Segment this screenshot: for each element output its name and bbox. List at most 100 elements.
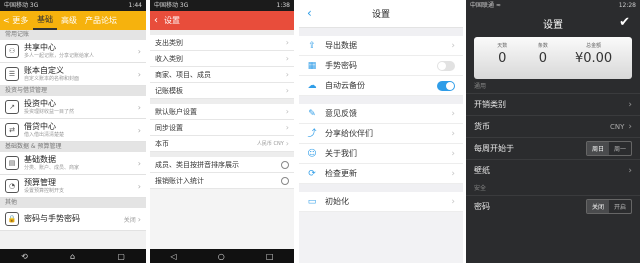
- chevron-right-icon: ›: [285, 107, 289, 116]
- chevron-right-icon: ›: [285, 86, 289, 95]
- item-label: 分享给伙伴们: [325, 129, 373, 138]
- list-item-sync[interactable]: 同步设置 ›: [150, 120, 294, 136]
- list-item-expense-category[interactable]: 开销类别 ›: [466, 93, 640, 115]
- chevron-right-icon: ›: [137, 125, 141, 135]
- list-item-expense-category[interactable]: 支出类别 ›: [150, 35, 294, 51]
- item-label: 每周开始于: [474, 144, 514, 153]
- chevron-right-icon: ›: [285, 123, 289, 132]
- home-nav-icon[interactable]: ○: [218, 252, 225, 261]
- phone-settings-ios: ‹ 设置 ⇪ 导出数据 › ▦ 手势密码 ☁ 自动云备份 ✎ 意见反馈 › ⤴ 分享给伙伴们 ›…: [299, 0, 463, 263]
- gesture-password-toggle[interactable]: [437, 60, 455, 71]
- currency-value: CNY: [609, 122, 625, 131]
- days-stat: 天数 0: [497, 43, 508, 66]
- list-item-book-custom[interactable]: ☰ 账本自定义 自定义账本的名称和封面 ›: [0, 63, 146, 86]
- item-label: 成员、类目按拼音排序展示: [155, 160, 239, 169]
- list-item-income-category[interactable]: 收入类别 ›: [150, 51, 294, 67]
- list-item-gesture-password: ▦ 手势密码: [299, 56, 463, 76]
- list-item-share[interactable]: ⤴ 分享给伙伴们 ›: [299, 124, 463, 144]
- clock: 12:28: [618, 2, 636, 9]
- back-arrow-icon[interactable]: ‹: [154, 15, 158, 26]
- list-item-base-data[interactable]: ▤ 基础数据 分类、账户、成员、商家 ›: [0, 152, 146, 175]
- chevron-right-icon: ›: [451, 168, 455, 179]
- list-item-week-start: 每周开始于 周日 周一: [466, 137, 640, 159]
- list-item-budget[interactable]: ◔ 预算管理 设置预算控制开支 ›: [0, 175, 146, 198]
- about-icon: ☺: [307, 148, 317, 159]
- list-item-feedback[interactable]: ✎ 意见反馈 ›: [299, 104, 463, 124]
- item-title: 借贷中心: [24, 121, 56, 131]
- section-header: 投资与借贷管理: [0, 86, 146, 96]
- item-title: 共享中心: [24, 42, 56, 52]
- section-header: 安全: [474, 185, 487, 192]
- chevron-right-icon: ›: [451, 196, 455, 207]
- item-subtitle: 分类、账户、成员、商家: [24, 164, 80, 171]
- top-nav: ‹ 设置: [150, 11, 294, 30]
- carrier: 中国联通 ≈: [470, 2, 501, 9]
- checkmark-icon[interactable]: ✔: [619, 15, 630, 30]
- radio-button[interactable]: [281, 176, 289, 185]
- tab-advanced[interactable]: 高级: [57, 11, 81, 30]
- feedback-icon: ✎: [308, 108, 316, 119]
- investment-icon: ↗: [5, 100, 19, 114]
- list-item-reimburse-stats[interactable]: 报销账计入统计: [150, 173, 294, 189]
- list-item-password[interactable]: 🔒 密码与手势密码 关闭 ›: [0, 208, 146, 231]
- count-stat: 条数 0: [537, 43, 548, 66]
- list-item-currency[interactable]: 货币 CNY ›: [466, 115, 640, 137]
- cloud-backup-toggle[interactable]: [437, 80, 455, 91]
- status-bar: 中国联通 ≈ 12:28: [466, 0, 640, 11]
- item-label: 报销账计入统计: [155, 176, 204, 185]
- chevron-right-icon: ›: [628, 165, 632, 176]
- list-item-export[interactable]: ⇪ 导出数据 ›: [299, 36, 463, 56]
- stats-counter: 天数 0 条数 0 总金额 ¥0.00: [474, 37, 632, 79]
- item-label: 意见反馈: [325, 109, 357, 118]
- list-item-template[interactable]: 记账模板 ›: [150, 83, 294, 99]
- list-item-default-account[interactable]: 默认账户设置 ›: [150, 104, 294, 120]
- export-icon: ⇪: [308, 40, 316, 51]
- phone-settings-dark: 中国联通 ≈ 12:28 设置 ✔ 天数 0 条数 0 总金额 ¥0.00 通用 开销…: [466, 0, 640, 263]
- item-label: 本币: [155, 139, 169, 148]
- list-item-currency[interactable]: 本币 人民币 CNY ›: [150, 136, 294, 152]
- lock-icon: 🔒: [5, 212, 19, 226]
- recent-apps-icon[interactable]: □: [266, 252, 274, 261]
- share-center-icon: ⚇: [5, 44, 19, 58]
- tab-basic[interactable]: 基础: [33, 11, 57, 30]
- password-status: 关闭: [123, 216, 136, 224]
- back-nav-icon[interactable]: ◁: [171, 252, 177, 261]
- section-header: 常用记账: [0, 30, 146, 40]
- total-stat: 总金额 ¥0.00: [574, 43, 613, 66]
- home-nav-icon[interactable]: ⌂: [70, 252, 75, 261]
- item-title: 账本自定义: [24, 65, 64, 75]
- list-item-merchant-project[interactable]: 商家、项目、成员 ›: [150, 67, 294, 83]
- password-segment: 关闭 开启: [585, 199, 632, 214]
- list-item-about[interactable]: ☺ 关于我们 ›: [299, 144, 463, 164]
- radio-button[interactable]: [281, 160, 289, 169]
- book-icon: ☰: [5, 67, 19, 81]
- week-start-segment: 周日 周一: [585, 141, 632, 156]
- item-title: 密码与手势密码: [24, 214, 80, 223]
- list-item-reset[interactable]: ▭ 初始化 ›: [299, 192, 463, 212]
- item-subtitle: 借入借出清清楚楚: [24, 131, 65, 138]
- list-item-share-center[interactable]: ⚇ 共享中心 多人一起记账，分享记账给家人 ›: [0, 40, 146, 63]
- back-nav-icon[interactable]: ⟲: [21, 252, 28, 261]
- back-button[interactable]: < 更多: [0, 15, 33, 26]
- recent-apps-icon[interactable]: ▢: [117, 252, 125, 261]
- item-label: 关于我们: [325, 149, 357, 158]
- budget-icon: ◔: [5, 179, 19, 193]
- item-label: 初始化: [325, 197, 349, 206]
- list-item-pinyin-sort[interactable]: 成员、类目按拼音排序展示: [150, 157, 294, 173]
- password-option-off[interactable]: 关闭: [586, 200, 609, 213]
- back-arrow-icon[interactable]: ‹: [307, 6, 312, 20]
- item-label: 商家、项目、成员: [155, 70, 211, 79]
- week-option-sunday[interactable]: 周日: [586, 142, 609, 155]
- item-subtitle: 设置预算控制开支: [24, 187, 65, 194]
- item-label: 导出数据: [325, 41, 357, 50]
- list-item-check-update[interactable]: ⟳ 检查更新 ›: [299, 164, 463, 184]
- week-option-monday[interactable]: 周一: [609, 142, 631, 155]
- tab-forum[interactable]: 产品论坛: [81, 11, 121, 30]
- chevron-right-icon: ›: [285, 70, 289, 79]
- password-option-on[interactable]: 开启: [609, 200, 631, 213]
- chevron-right-icon: ›: [628, 99, 632, 110]
- list-item-wallpaper[interactable]: 壁纸 ›: [466, 159, 640, 181]
- cloud-icon: ☁: [307, 80, 317, 91]
- list-item-investment[interactable]: ↗ 投资中心 投资理财收益一目了然 ›: [0, 96, 146, 119]
- list-item-loan[interactable]: ⇄ 借贷中心 借入借出清清楚楚 ›: [0, 119, 146, 142]
